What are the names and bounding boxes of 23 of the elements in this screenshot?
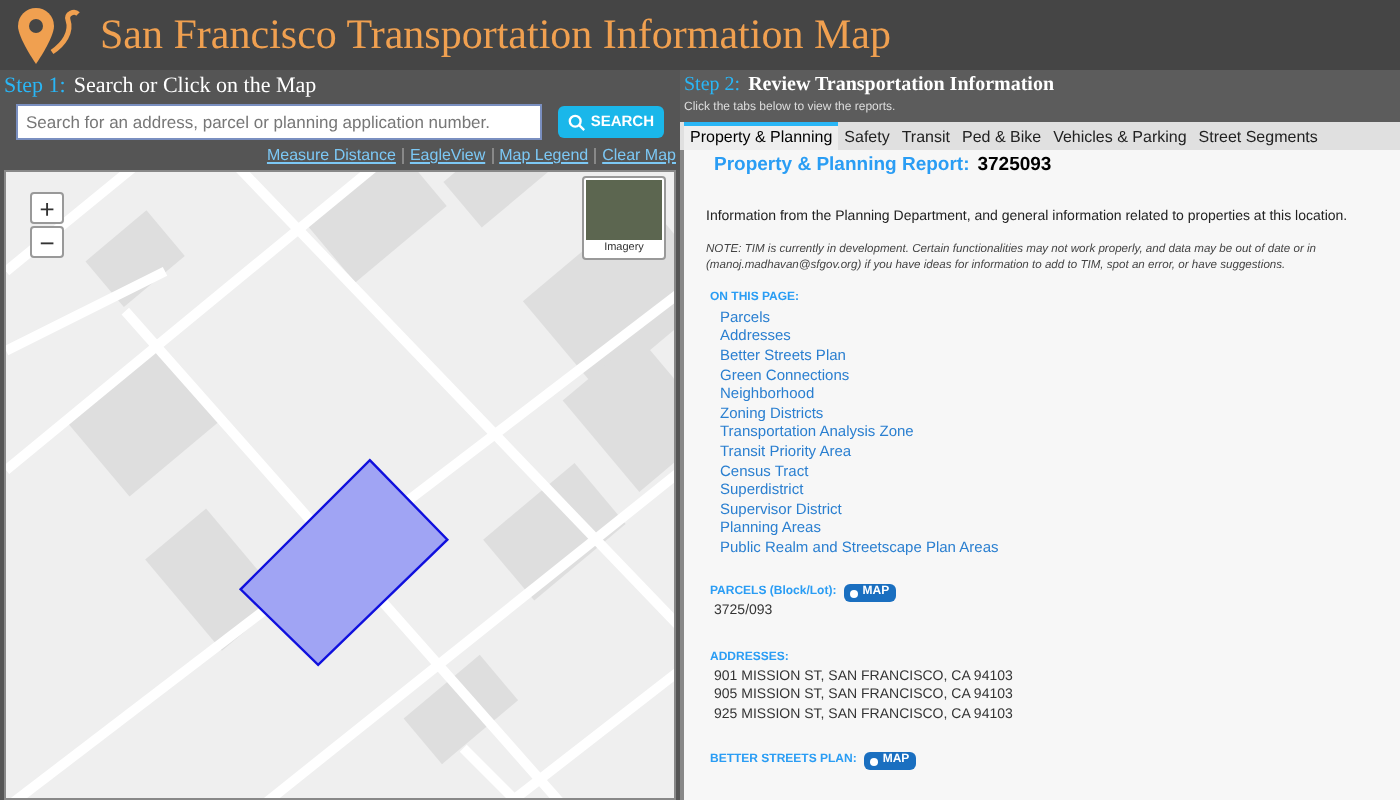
report-tab[interactable]: Street Segments (1192, 122, 1324, 150)
map-tool-link[interactable]: Clear Map (602, 144, 676, 168)
report-tab[interactable]: Ped & Bike (956, 122, 1048, 150)
step-label: Step 2: (684, 72, 741, 100)
search-field[interactable]: Search for an address, parcel or planning application number. (16, 104, 543, 140)
step-label: Step 1: (4, 71, 66, 102)
report-tab[interactable]: Safety (838, 122, 896, 150)
map-tool-link[interactable]: Measure Distance (266, 144, 396, 168)
report-tab[interactable]: Transit (895, 122, 956, 150)
report-tab[interactable]: Property & Planning (684, 122, 839, 150)
map-tool-link[interactable]: EagleView (409, 144, 486, 168)
step-title: Review Transportation Information (748, 72, 1055, 100)
report-tab[interactable]: Vehicles & Parking (1047, 122, 1193, 150)
report-title: Property & Planning Report: (714, 152, 970, 180)
map-tool-link[interactable]: Map Legend (499, 144, 589, 168)
search-icon (568, 113, 587, 131)
app-title: San Francisco Transportation Information Map (100, 7, 891, 62)
aerial-photo-placeholder (586, 180, 662, 240)
street-map-drawing[interactable] (6, 172, 674, 798)
step-title: Search or Click on the Map (73, 71, 317, 102)
report-id: 3725093 (977, 152, 1052, 180)
zoom-in-button[interactable]: + (30, 192, 64, 224)
zoom-out-button[interactable]: − (30, 226, 64, 258)
